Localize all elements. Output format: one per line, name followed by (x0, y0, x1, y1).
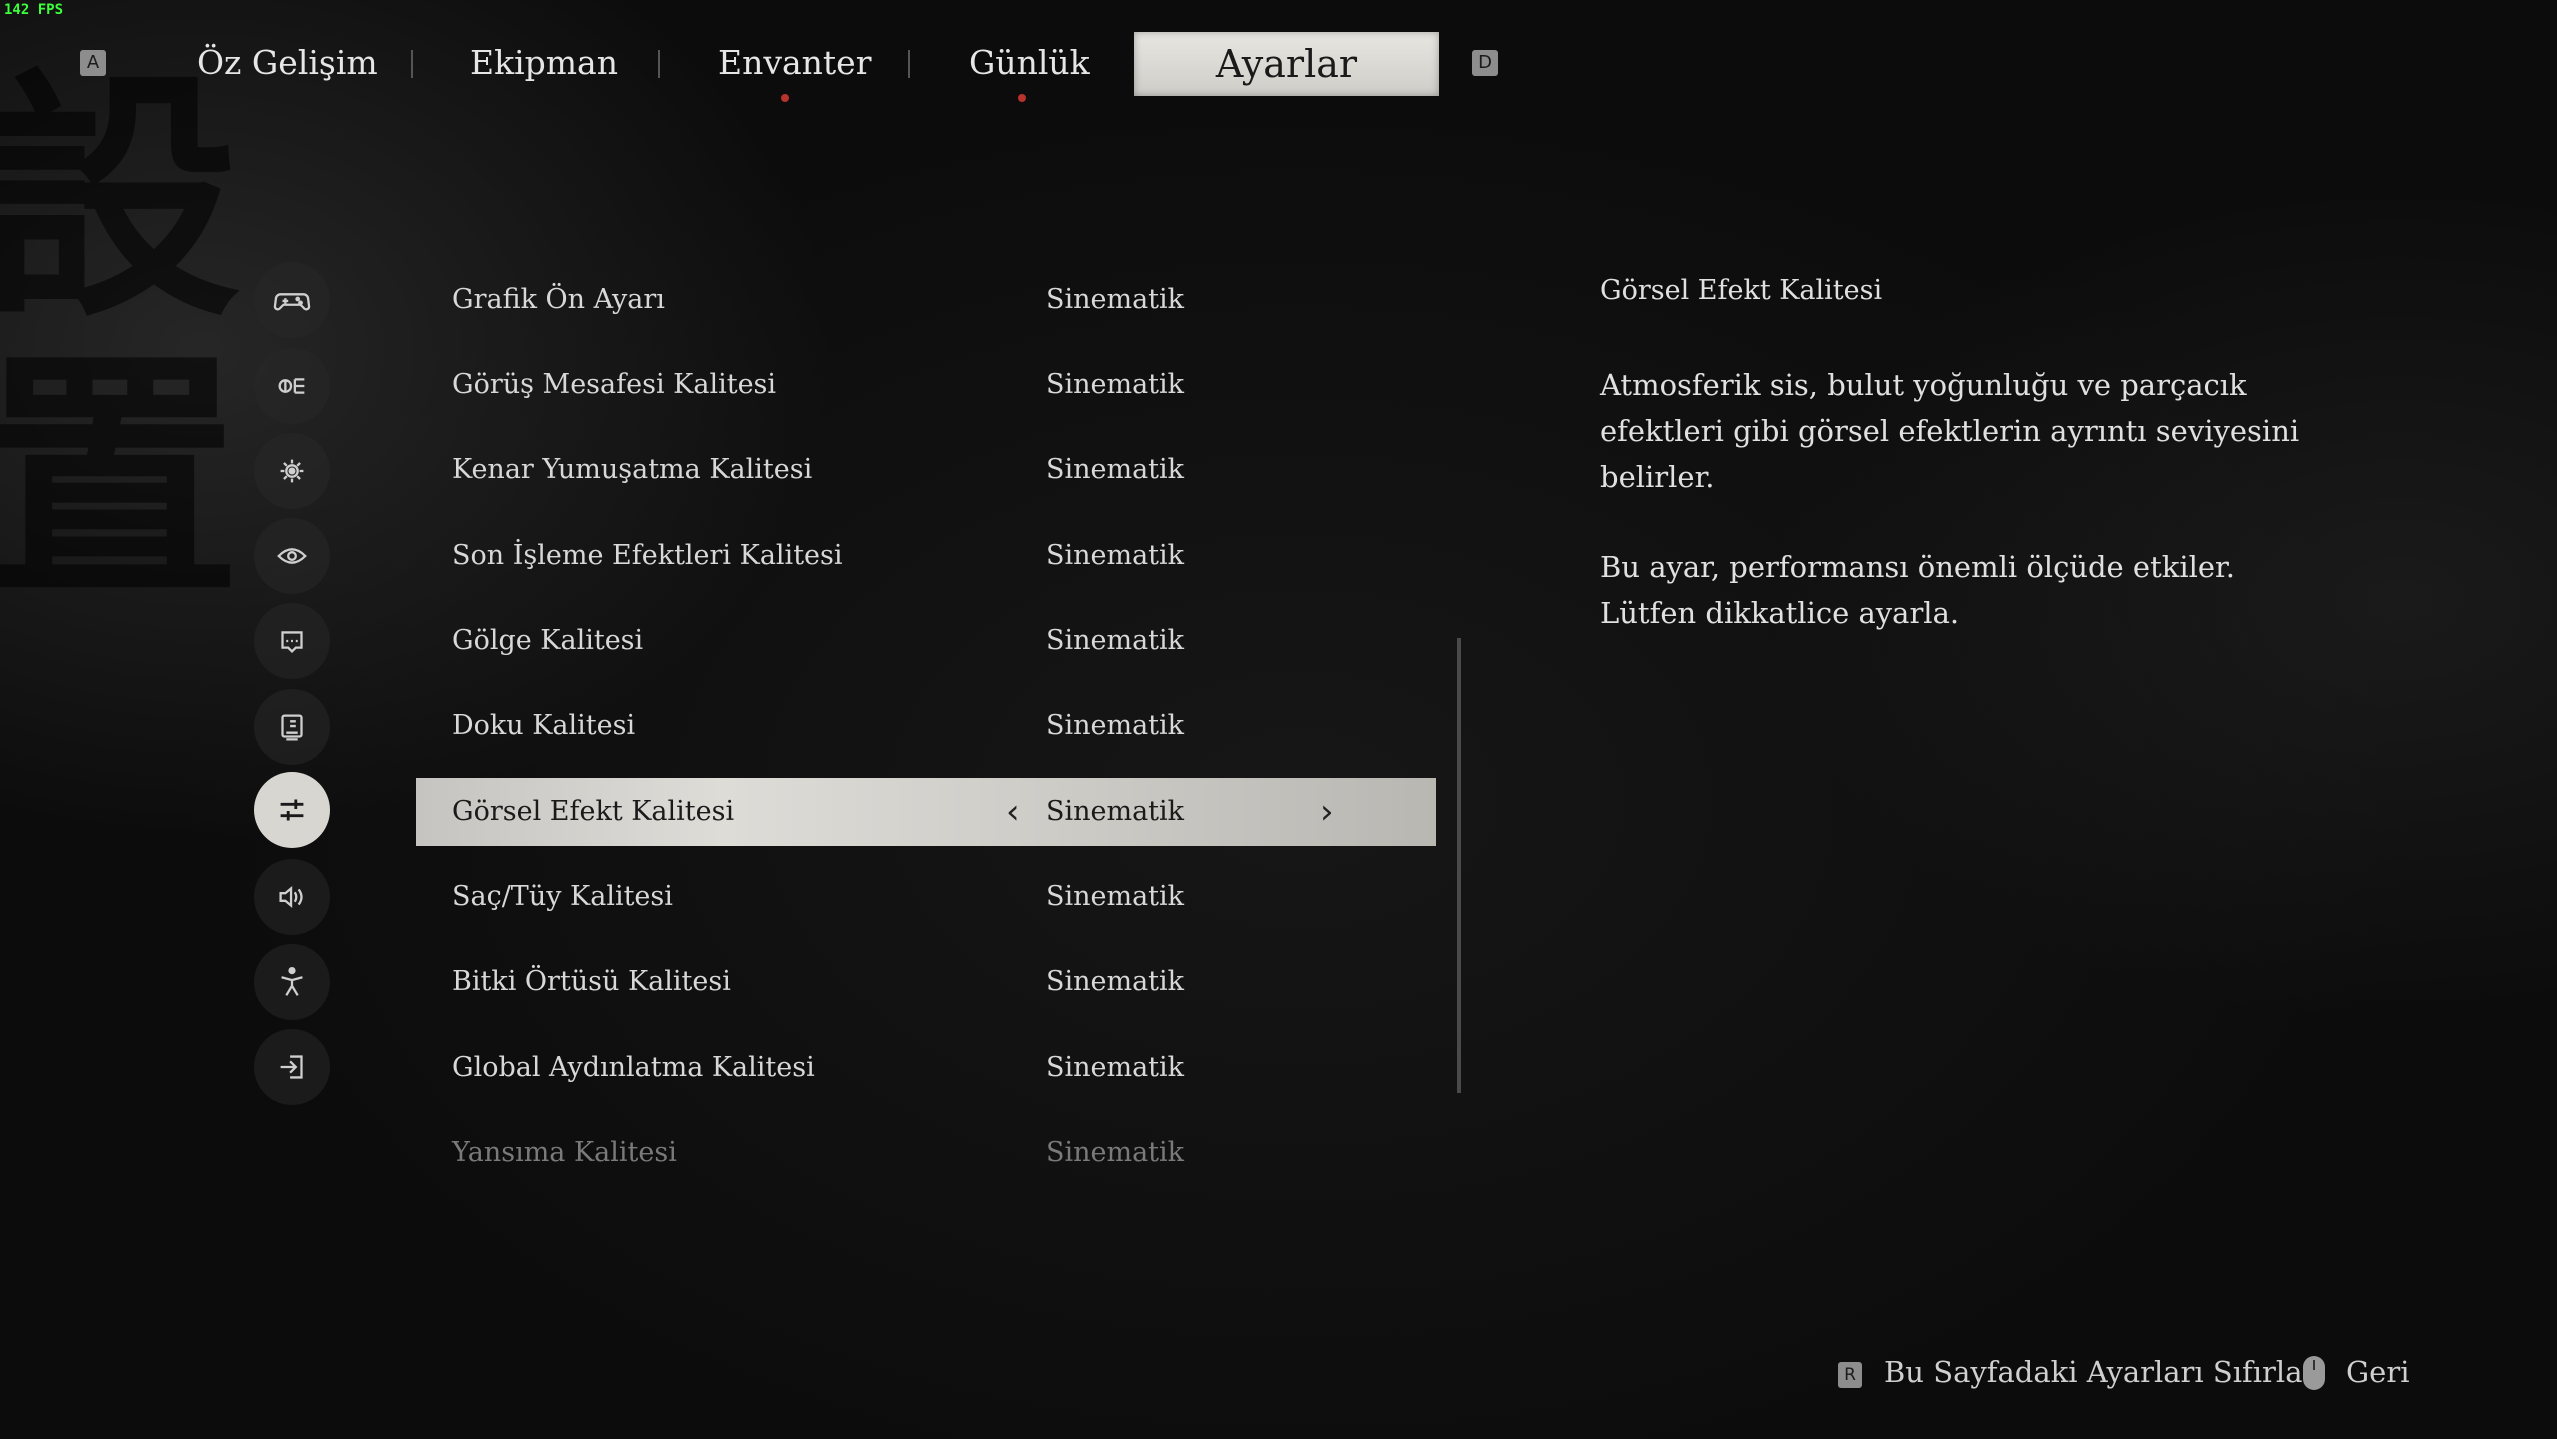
setting-row[interactable]: Saç/Tüy Kalitesi Sinematik (416, 863, 1436, 931)
setting-value: Sinematik (1045, 1052, 1185, 1083)
setting-label: Görüş Mesafesi Kalitesi (452, 369, 777, 400)
fps-counter: 142 FPS (4, 2, 64, 18)
top-navigation: A Öz Gelişim Ekipman Envanter Günlük Aya… (0, 20, 1600, 102)
description-paragraph: Bu ayar, performansı önemli ölçüde etkil… (1600, 550, 2235, 630)
setting-value: Sinematik (1045, 710, 1185, 741)
tab-separator (411, 50, 413, 78)
reset-settings-button[interactable]: Bu Sayfadaki Ayarları Sıfırla (1884, 1355, 2303, 1389)
setting-row[interactable]: Yansıma Kalitesi Sinematik (416, 1119, 1436, 1187)
tab-gunluk[interactable]: Günlük (969, 40, 1090, 86)
brightness-icon[interactable] (254, 433, 330, 509)
audio-icon[interactable] (254, 859, 330, 935)
description-paragraph: Atmosferik sis, bulut yoğunluğu ve parça… (1600, 368, 2300, 494)
gamepad-icon[interactable] (254, 262, 330, 338)
reset-key-hint: R (1838, 1362, 1862, 1388)
setting-row[interactable]: Gölge Kalitesi Sinematik (416, 607, 1436, 675)
prev-tab-key[interactable]: A (80, 50, 106, 76)
setting-value: Sinematik (1045, 625, 1185, 656)
setting-value: Sinematik (1045, 881, 1185, 912)
setting-row[interactable]: Bitki Örtüsü Kalitesi Sinematik (416, 948, 1436, 1016)
setting-row[interactable]: Global Aydınlatma Kalitesi Sinematik (416, 1034, 1436, 1102)
chevron-right-icon[interactable]: › (1320, 778, 1334, 846)
scrollbar[interactable] (1457, 638, 1461, 1093)
setting-value: Sinematik (1045, 369, 1185, 400)
setting-label: Gölge Kalitesi (452, 625, 644, 656)
setting-label: Doku Kalitesi (452, 710, 636, 741)
setting-row[interactable]: Görüş Mesafesi Kalitesi Sinematik (416, 351, 1436, 419)
description-title: Görsel Efekt Kalitesi (1600, 275, 1883, 306)
setting-row[interactable]: Doku Kalitesi Sinematik (416, 692, 1436, 760)
setting-value: Sinematik (1045, 966, 1185, 997)
tab-ekipman[interactable]: Ekipman (470, 40, 618, 86)
next-tab-key[interactable]: D (1472, 50, 1498, 76)
setting-label: Görsel Efekt Kalitesi (452, 796, 735, 827)
setting-row[interactable]: Kenar Yumuşatma Kalitesi Sinematik (416, 436, 1436, 504)
display-icon[interactable] (254, 348, 330, 424)
tab-oz-gelisim[interactable]: Öz Gelişim (197, 40, 378, 86)
setting-row-selected[interactable]: Görsel Efekt Kalitesi ‹ Sinematik › (416, 778, 1436, 846)
setting-label: Grafik Ön Ayarı (452, 284, 665, 315)
exit-icon[interactable] (254, 1029, 330, 1105)
monitor-text-icon[interactable] (254, 603, 330, 679)
setting-value: Sinematik (1045, 1137, 1185, 1168)
back-button[interactable]: Geri (2346, 1355, 2409, 1389)
setting-label: Saç/Tüy Kalitesi (452, 881, 673, 912)
setting-value: Sinematik (1045, 284, 1185, 315)
eye-icon[interactable] (254, 518, 330, 594)
tab-separator (908, 50, 910, 78)
setting-value: Sinematik (1045, 454, 1185, 485)
setting-label: Yansıma Kalitesi (452, 1137, 677, 1168)
notification-dot (781, 94, 789, 102)
sliders-icon[interactable] (254, 772, 330, 848)
tab-separator (658, 50, 660, 78)
background-calligraphy: 設 置 (0, 47, 240, 632)
notification-dot (1018, 94, 1026, 102)
setting-value: Sinematik (1045, 796, 1185, 827)
screen-icon[interactable] (254, 689, 330, 765)
chevron-left-icon[interactable]: ‹ (1006, 778, 1020, 846)
setting-label: Son İşleme Efektleri Kalitesi (452, 540, 843, 571)
mouse-icon (2303, 1356, 2325, 1390)
tab-ayarlar[interactable]: Ayarlar (1134, 32, 1439, 96)
tab-envanter[interactable]: Envanter (718, 40, 871, 86)
setting-label: Global Aydınlatma Kalitesi (452, 1052, 815, 1083)
setting-label: Bitki Örtüsü Kalitesi (452, 966, 731, 997)
setting-row[interactable]: Son İşleme Efektleri Kalitesi Sinematik (416, 522, 1436, 590)
accessibility-icon[interactable] (254, 944, 330, 1020)
setting-row[interactable]: Grafik Ön Ayarı Sinematik (416, 266, 1436, 334)
setting-label: Kenar Yumuşatma Kalitesi (452, 454, 813, 485)
setting-value: Sinematik (1045, 540, 1185, 571)
